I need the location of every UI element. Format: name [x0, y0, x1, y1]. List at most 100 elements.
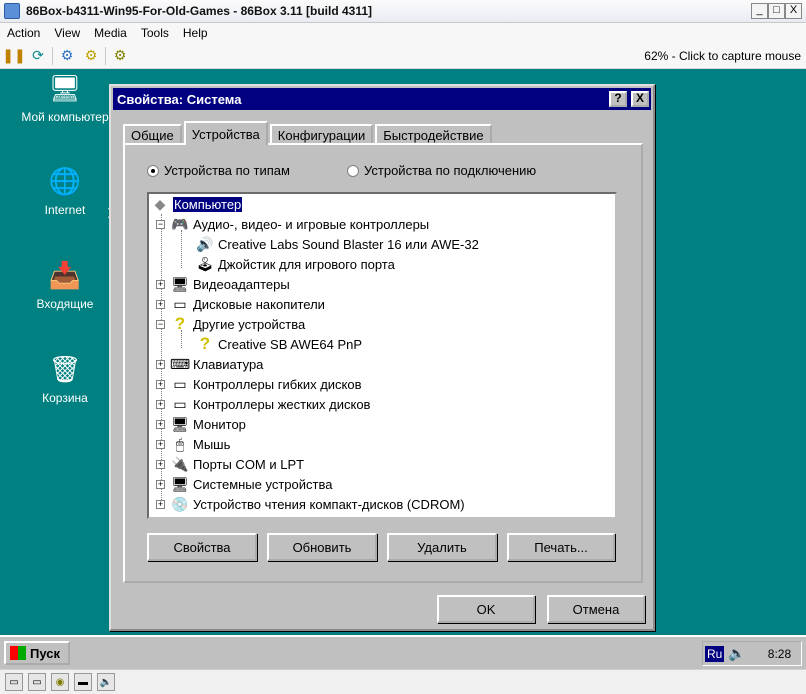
tree-item[interactable]: ? Creative SB AWE64 PnP	[196, 334, 362, 354]
tab-general[interactable]: Общие	[123, 124, 182, 144]
tree-item-label: Контроллеры жестких дисков	[193, 396, 371, 412]
properties-button[interactable]: Свойства	[147, 533, 257, 561]
radio-button[interactable]	[347, 164, 359, 177]
tree-item[interactable]: − ? Другие устройства	[156, 314, 305, 334]
tree-item[interactable]: + ⌨ Клавиатура	[156, 354, 263, 374]
radio-by-connection[interactable]: Устройства по подключению	[347, 163, 536, 178]
menu-action[interactable]: Action	[0, 26, 47, 40]
tree-item[interactable]: 🕹 Джойстик для игрового порта	[196, 254, 395, 274]
desktop-icon-label: Корзина	[42, 391, 88, 405]
expand-icon[interactable]: +	[156, 359, 165, 369]
tree-item-label: Джойстик для игрового порта	[218, 256, 395, 272]
tree-item[interactable]: + ▭ Контроллеры гибких дисков	[156, 374, 362, 394]
ctrl-alt-esc-icon[interactable]: ⚙	[81, 46, 101, 66]
radio-label: Устройства по подключению	[364, 163, 537, 178]
tab-hardware-profiles[interactable]: Конфигурации	[269, 124, 374, 144]
menu-tools[interactable]: Tools	[134, 26, 176, 40]
cancel-button[interactable]: Отмена	[547, 595, 645, 623]
desktop-icon-internet[interactable]: 🌐 Internet	[15, 165, 115, 218]
joystick-icon: 🕹	[196, 255, 214, 272]
print-button[interactable]: Печать...	[507, 533, 615, 561]
expand-icon[interactable]: +	[156, 459, 165, 469]
tree-item-label: Creative Labs Sound Blaster 16 или AWE-3…	[218, 236, 479, 252]
app-icon	[4, 3, 20, 19]
language-indicator[interactable]: Ru	[705, 645, 725, 662]
collapse-icon[interactable]: −	[156, 319, 165, 329]
ctrl-alt-del-icon[interactable]: ⚙	[57, 46, 77, 66]
reset-icon[interactable]: ⟳	[28, 46, 48, 66]
tree-item[interactable]: + 🔌 Порты COM и LPT	[156, 454, 304, 474]
expand-icon[interactable]: +	[156, 479, 165, 489]
computer-icon: 🖥	[48, 72, 82, 103]
tree-item[interactable]: − 🎮 Аудио-, видео- и игровые контроллеры	[156, 214, 429, 234]
disk-drive-icon: ▭	[173, 295, 187, 312]
tree-item[interactable]: + 🖥 Видеоадаптеры	[156, 274, 290, 294]
dialog-close-button[interactable]: X	[631, 91, 649, 107]
speaker-icon[interactable]: 🔈	[728, 645, 745, 662]
system-properties-dialog: Свойства: Система ? X Общие Устройства К…	[109, 84, 655, 631]
tree-item[interactable]: + 🖱 Мышь	[156, 434, 230, 454]
ok-button[interactable]: OK	[437, 595, 535, 623]
tree-item-label: Другие устройства	[193, 316, 306, 332]
desktop-icon-label: Internet	[44, 203, 86, 217]
expand-icon[interactable]: +	[156, 439, 165, 449]
internet-icon: 🌐	[48, 165, 82, 196]
tab-performance[interactable]: Быстродействие	[375, 124, 492, 144]
recycle-bin-icon: 🗑	[48, 353, 82, 384]
desktop-icon-my-computer[interactable]: 🖥 Мой компьютер	[15, 72, 115, 125]
tree-item[interactable]: + ▭ Дисковые накопители	[156, 294, 325, 314]
tree-item[interactable]: 🔊 Creative Labs Sound Blaster 16 или AWE…	[196, 234, 479, 254]
tree-item-label: Монитор	[193, 416, 246, 432]
tree-item-label: Системные устройства	[193, 476, 333, 492]
host-toolbar: ❚❚ ⟳ ⚙ ⚙ ⚙ 62% - Click to capture mouse	[0, 43, 806, 69]
settings-icon[interactable]: ⚙	[110, 46, 130, 66]
help-button[interactable]: ?	[609, 91, 627, 107]
keyboard-icon: ⌨	[169, 355, 191, 372]
system-devices-icon: 🖥	[171, 475, 189, 492]
tree-item[interactable]: + 🖥 Монитор	[156, 414, 246, 434]
host-statusbar: ▭ ▭ ◉ ▬ 🔈	[0, 669, 806, 694]
tree-item-label: Creative SB AWE64 PnP	[218, 336, 363, 352]
radio-button-checked[interactable]	[147, 164, 159, 177]
expand-icon[interactable]: +	[156, 399, 165, 409]
close-button[interactable]: X	[785, 3, 802, 19]
dialog-title: Свойства: Система	[117, 91, 242, 107]
floppy-b-icon[interactable]: ▭	[28, 673, 46, 691]
menu-media[interactable]: Media	[87, 26, 134, 40]
minimize-button[interactable]: _	[751, 3, 768, 19]
radio-label: Устройства по типам	[164, 163, 290, 178]
cdrom-icon[interactable]: ◉	[51, 673, 69, 691]
guest-desktop: 🖥 Мой компьютер 🌐 Internet 📥 Входящие 🗑 …	[0, 69, 806, 635]
collapse-icon[interactable]: −	[156, 219, 165, 229]
sound-icon[interactable]: 🔈	[97, 673, 115, 691]
hard-disk-controller-icon: ▭	[173, 395, 187, 412]
tree-item-label: Порты COM и LPT	[193, 456, 305, 472]
start-button[interactable]: Пуск	[4, 641, 70, 665]
radio-by-type[interactable]: Устройства по типам	[147, 163, 290, 178]
expand-icon[interactable]: +	[156, 299, 165, 309]
floppy-a-icon[interactable]: ▭	[5, 673, 23, 691]
pause-icon[interactable]: ❚❚	[2, 46, 25, 66]
remove-button[interactable]: Удалить	[387, 533, 497, 561]
expand-icon[interactable]: +	[156, 279, 165, 289]
refresh-button[interactable]: Обновить	[267, 533, 377, 561]
menu-help[interactable]: Help	[176, 26, 215, 40]
capture-hint[interactable]: 62% - Click to capture mouse	[644, 49, 801, 63]
tree-item[interactable]: + ▭ Контроллеры жестких дисков	[156, 394, 370, 414]
expand-icon[interactable]: +	[156, 419, 165, 429]
tab-devices[interactable]: Устройства	[183, 121, 268, 145]
expand-icon[interactable]: +	[156, 499, 165, 509]
device-tree[interactable]: ◆ Компьютер − 🎮 Аудио-, видео- и игровые…	[147, 192, 617, 519]
tree-item[interactable]: + 💿 Устройство чтения компакт-дисков (CD…	[156, 494, 465, 514]
tree-item[interactable]: + 🖥 Системные устройства	[156, 474, 332, 494]
desktop-icon-recycle-bin[interactable]: 🗑 Корзина	[15, 353, 115, 406]
tree-item[interactable]: ◆ Компьютер	[151, 194, 244, 214]
tree-item-label: Компьютер	[171, 195, 244, 213]
clock[interactable]: 8:28	[768, 647, 791, 661]
hard-disk-icon[interactable]: ▬	[74, 673, 92, 691]
maximize-button[interactable]: □	[768, 3, 785, 19]
desktop-icon-inbox[interactable]: 📥 Входящие	[15, 259, 115, 312]
tree-item-label: Видеоадаптеры	[193, 276, 290, 292]
expand-icon[interactable]: +	[156, 379, 165, 389]
menu-view[interactable]: View	[47, 26, 87, 40]
